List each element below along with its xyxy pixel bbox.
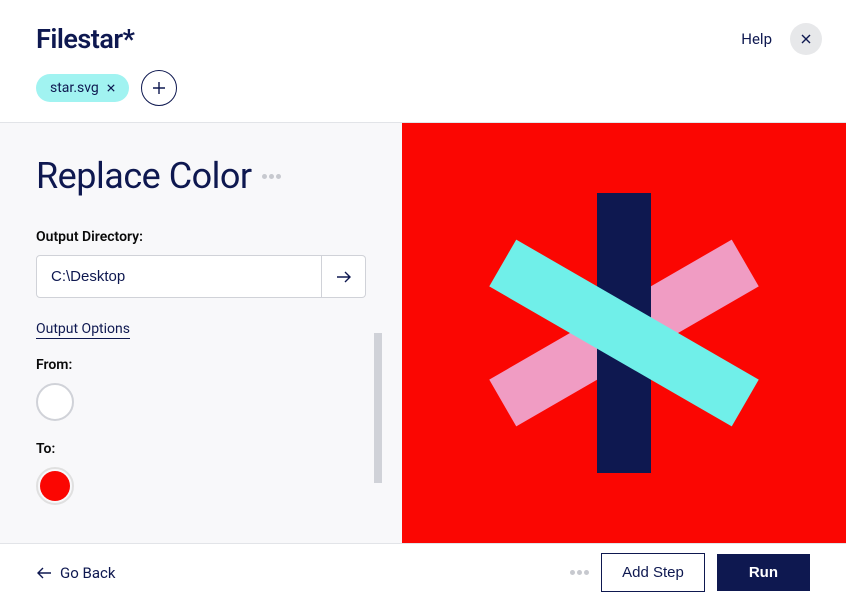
go-back-button[interactable]: Go Back (36, 564, 115, 582)
to-color-group: To: (36, 441, 366, 505)
page-title: Replace Color (36, 155, 252, 197)
to-color-swatch (40, 471, 70, 501)
footer-right: Add Step Run (570, 553, 810, 592)
logo-star-icon: * (123, 23, 135, 55)
plus-icon (152, 81, 166, 95)
output-directory-input[interactable] (36, 255, 322, 298)
file-chip-name: star.svg (50, 80, 99, 96)
from-color-group: From: (36, 357, 366, 421)
run-button[interactable]: Run (717, 554, 810, 591)
arrow-left-icon (36, 567, 52, 579)
footer-menu-icon[interactable] (570, 570, 589, 575)
close-button[interactable] (790, 23, 822, 55)
output-options-link[interactable]: Output Options (36, 321, 130, 339)
from-color-picker[interactable] (36, 383, 74, 421)
help-link[interactable]: Help (741, 30, 772, 48)
settings-panel: Replace Color Output Directory: Output O… (0, 123, 402, 543)
arrow-right-icon (336, 271, 352, 283)
file-chips-row: star.svg (0, 60, 846, 122)
page-title-menu-icon[interactable] (262, 174, 281, 179)
logo: Filestar* (36, 23, 134, 55)
scrollbar[interactable] (374, 333, 382, 543)
output-directory-group: Output Directory: (36, 229, 366, 298)
preview-image (484, 193, 764, 473)
settings-scroll-area: Output Directory: Output Options From: T… (36, 229, 366, 525)
file-chip-remove-icon[interactable] (107, 81, 115, 96)
footer: Go Back Add Step Run (0, 543, 846, 601)
preview-panel (402, 123, 846, 543)
to-label: To: (36, 441, 366, 457)
close-icon (801, 34, 811, 44)
add-file-button[interactable] (141, 70, 177, 106)
main-area: Replace Color Output Directory: Output O… (0, 122, 846, 543)
file-chip[interactable]: star.svg (36, 74, 129, 102)
go-back-label: Go Back (60, 564, 115, 582)
output-directory-browse-button[interactable] (322, 255, 366, 298)
output-directory-label: Output Directory: (36, 229, 366, 245)
scrollbar-thumb[interactable] (374, 333, 382, 483)
header-right: Help (741, 23, 822, 55)
header: Filestar* Help (0, 0, 846, 60)
to-color-picker[interactable] (36, 467, 74, 505)
from-label: From: (36, 357, 366, 373)
page-title-row: Replace Color (36, 155, 366, 197)
logo-text: Filestar (36, 23, 123, 55)
add-step-button[interactable]: Add Step (601, 553, 705, 592)
